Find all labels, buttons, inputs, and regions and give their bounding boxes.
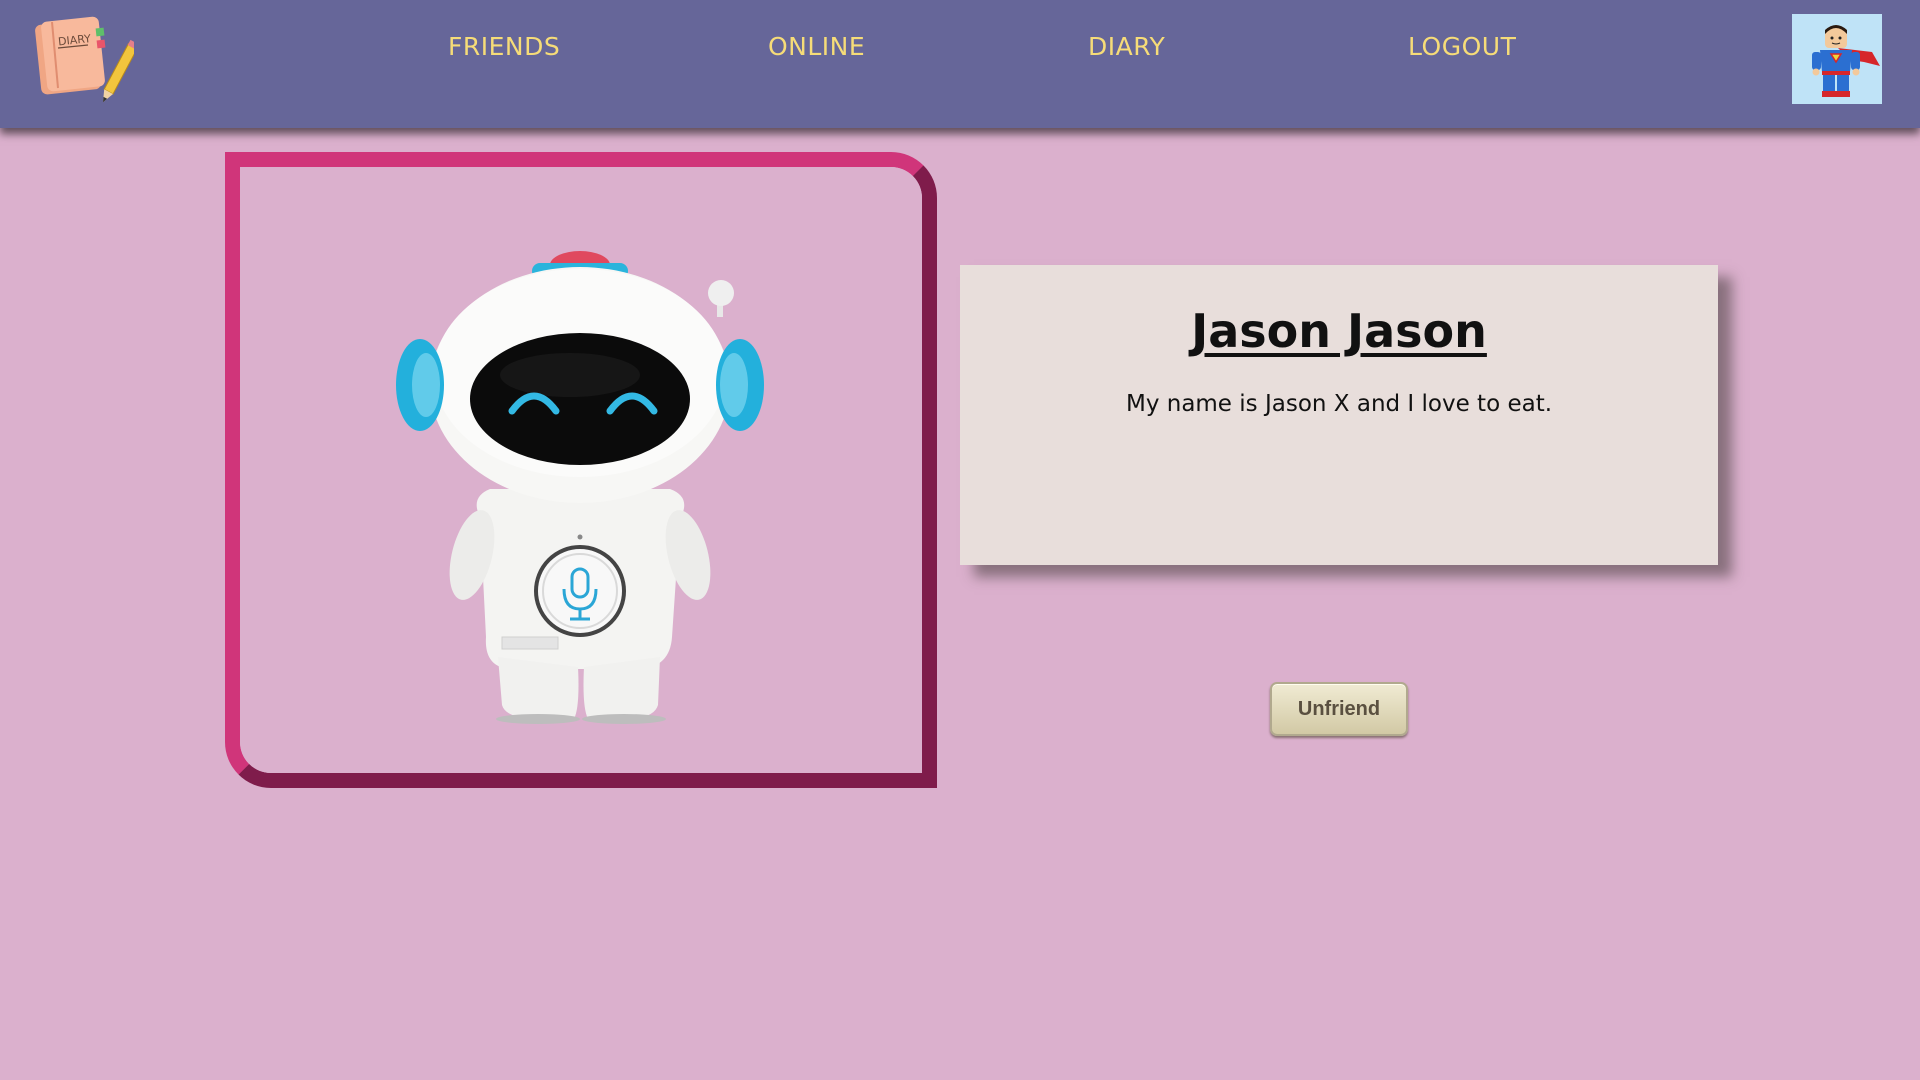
unfriend-button[interactable]: Unfriend: [1270, 682, 1408, 736]
profile-card: Jason Jason My name is Jason X and I lov…: [960, 265, 1718, 565]
robot-photo-icon: [240, 167, 922, 773]
profile-photo-frame: [225, 152, 937, 788]
profile-name: Jason Jason: [1191, 304, 1487, 358]
profile-bio: My name is Jason X and I love to eat.: [1125, 391, 1553, 417]
top-navbar: DIARY FRIENDS ONLINE DIARY LOGOUT: [0, 0, 1920, 128]
user-avatar[interactable]: [1792, 14, 1882, 104]
diary-logo-icon[interactable]: DIARY: [34, 14, 140, 110]
nav-link-online[interactable]: ONLINE: [768, 30, 865, 64]
superhero-avatar-icon: [1792, 14, 1882, 104]
nav-link-logout[interactable]: LOGOUT: [1408, 30, 1516, 64]
nav-link-friends[interactable]: FRIENDS: [448, 30, 560, 64]
nav-link-diary[interactable]: DIARY: [1088, 30, 1165, 64]
